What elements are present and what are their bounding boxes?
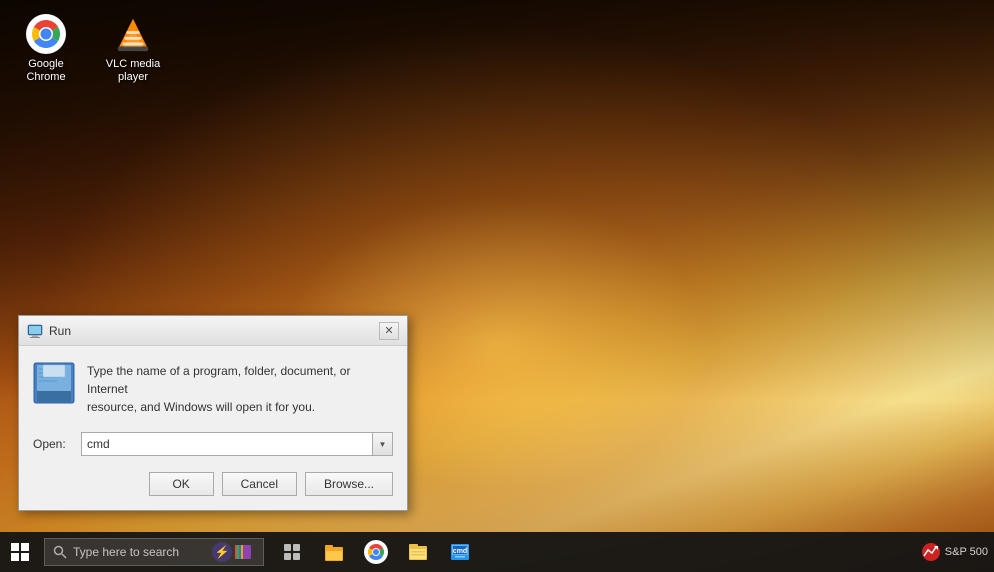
run-browse-button[interactable]: Browse... — [305, 472, 393, 496]
windows-logo-icon — [11, 543, 29, 561]
svg-text:cmd: cmd — [453, 548, 467, 555]
svg-text:⚡: ⚡ — [215, 545, 230, 559]
run-info-row: Type the name of a program, folder, docu… — [33, 362, 393, 416]
stock-widget[interactable]: S&P 500 — [921, 542, 988, 562]
cortana-icon: ⚡ — [211, 541, 233, 563]
run-program-icon — [33, 362, 75, 404]
run-ok-button[interactable]: OK — [149, 472, 214, 496]
run-dialog: Run ✕ — [18, 315, 408, 511]
chrome-icon-img — [26, 14, 66, 54]
run-buttons-row: OK Cancel Browse... — [33, 472, 393, 496]
stock-label: S&P 500 — [945, 546, 988, 558]
file-explorer-button[interactable] — [314, 532, 354, 572]
run-description-text: Type the name of a program, folder, docu… — [87, 362, 393, 416]
run-description-line1: Type the name of a program, folder, docu… — [87, 364, 350, 396]
taskbar-center-icons: cmd — [272, 532, 480, 572]
run-titlebar-icon — [27, 323, 43, 339]
run-input-wrapper: ▼ — [81, 432, 393, 456]
desktop-icon-chrome[interactable]: Google Chrome — [10, 10, 82, 88]
run-close-button[interactable]: ✕ — [379, 322, 399, 340]
vlc-icon-img — [113, 14, 153, 54]
run-open-label: Open: — [33, 437, 73, 451]
chrome-icon-label: Google Chrome — [14, 58, 78, 84]
stock-chart-icon — [921, 542, 941, 562]
run-open-row: Open: ▼ — [33, 432, 393, 456]
taskbar-right-area: S&P 500 — [921, 542, 994, 562]
task-view-button[interactable] — [272, 532, 312, 572]
desktop-icons: Google Chrome VLC media player — [10, 10, 169, 88]
run-open-input[interactable] — [82, 434, 372, 454]
run-titlebar: Run ✕ — [19, 316, 407, 346]
taskbar-chrome-button[interactable] — [356, 532, 396, 572]
run-description-line2: resource, and Windows will open it for y… — [87, 400, 315, 414]
run-cancel-button[interactable]: Cancel — [222, 472, 297, 496]
run-dialog-body: Type the name of a program, folder, docu… — [19, 346, 407, 510]
books-icon — [233, 541, 255, 563]
search-placeholder-text: Type here to search — [73, 545, 211, 559]
run-dropdown-button[interactable]: ▼ — [372, 433, 392, 455]
vlc-icon-label: VLC media player — [101, 58, 165, 84]
taskbar-search-bar[interactable]: Type here to search ⚡ — [44, 538, 264, 566]
taskbar: Type here to search ⚡ — [0, 532, 994, 572]
desktop-icon-vlc[interactable]: VLC media player — [97, 10, 169, 88]
start-button[interactable] — [0, 532, 40, 572]
taskbar-filemanager-button[interactable] — [398, 532, 438, 572]
search-icon — [53, 545, 67, 559]
taskbar-system-button[interactable]: cmd — [440, 532, 480, 572]
run-dialog-title: Run — [49, 324, 373, 338]
